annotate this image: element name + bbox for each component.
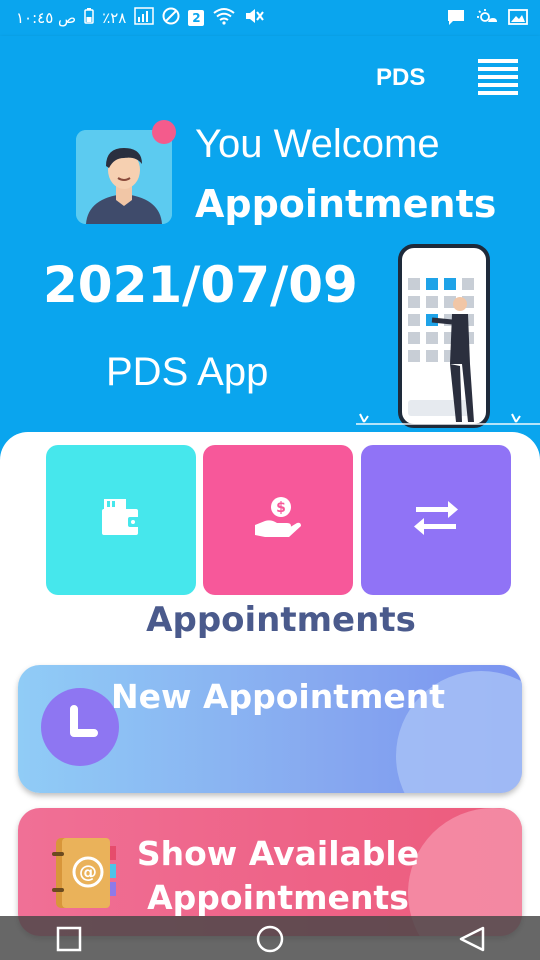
hand-money-icon: $: [253, 495, 303, 545]
status-bar-left: ص ١٠:٤٥ ٪٢٨ 2: [16, 7, 265, 29]
notification-dot: [152, 120, 176, 144]
tile-wallet[interactable]: [46, 445, 196, 595]
wallet-icon: [98, 495, 144, 545]
weather-icon: [476, 8, 498, 30]
avatar[interactable]: [76, 130, 172, 224]
show-appointments-label-line2: Appointments: [147, 878, 409, 917]
new-appointment-label: New Appointment: [110, 677, 446, 716]
mute-icon: [244, 7, 265, 29]
tile-transfer[interactable]: [361, 445, 511, 595]
new-appointment-button[interactable]: New Appointment: [18, 665, 522, 793]
blocked-icon: [162, 7, 180, 29]
status-bar: ص ١٠:٤٥ ٪٢٨ 2: [0, 0, 540, 36]
hero-subtitle: Appointments: [195, 182, 497, 226]
recent-apps-icon[interactable]: [56, 926, 82, 956]
svg-text:$: $: [276, 500, 286, 516]
sim-badge-icon: 2: [188, 10, 205, 26]
wifi-icon: [212, 7, 236, 29]
system-nav-bar: [0, 916, 540, 960]
current-date: 2021/07/09: [43, 256, 358, 314]
section-title: Appointments: [146, 600, 416, 640]
hamburger-icon[interactable]: [476, 58, 520, 100]
back-icon[interactable]: [458, 926, 486, 956]
transfer-arrows-icon: [412, 497, 460, 543]
battery-icon: [84, 8, 94, 28]
welcome-text: You Welcome: [195, 122, 440, 166]
message-icon: [446, 8, 466, 30]
svg-text:@: @: [79, 862, 97, 883]
status-bar-right: [446, 8, 528, 30]
hero-section: You Welcome Appointments 2021/07/09 PDS …: [0, 120, 540, 460]
signal-icon: [134, 7, 155, 29]
app-bar: PDS: [0, 36, 540, 120]
home-icon[interactable]: [256, 925, 284, 957]
app-bar-title: PDS: [376, 64, 426, 91]
clock-text: ص ١٠:٤٥: [16, 9, 77, 27]
image-icon: [508, 8, 528, 30]
battery-percent: ٪٢٨: [102, 9, 127, 27]
tile-payments[interactable]: $: [203, 445, 353, 595]
show-appointments-label-line1: Show Available: [136, 834, 420, 873]
app-name: PDS App: [106, 350, 269, 394]
